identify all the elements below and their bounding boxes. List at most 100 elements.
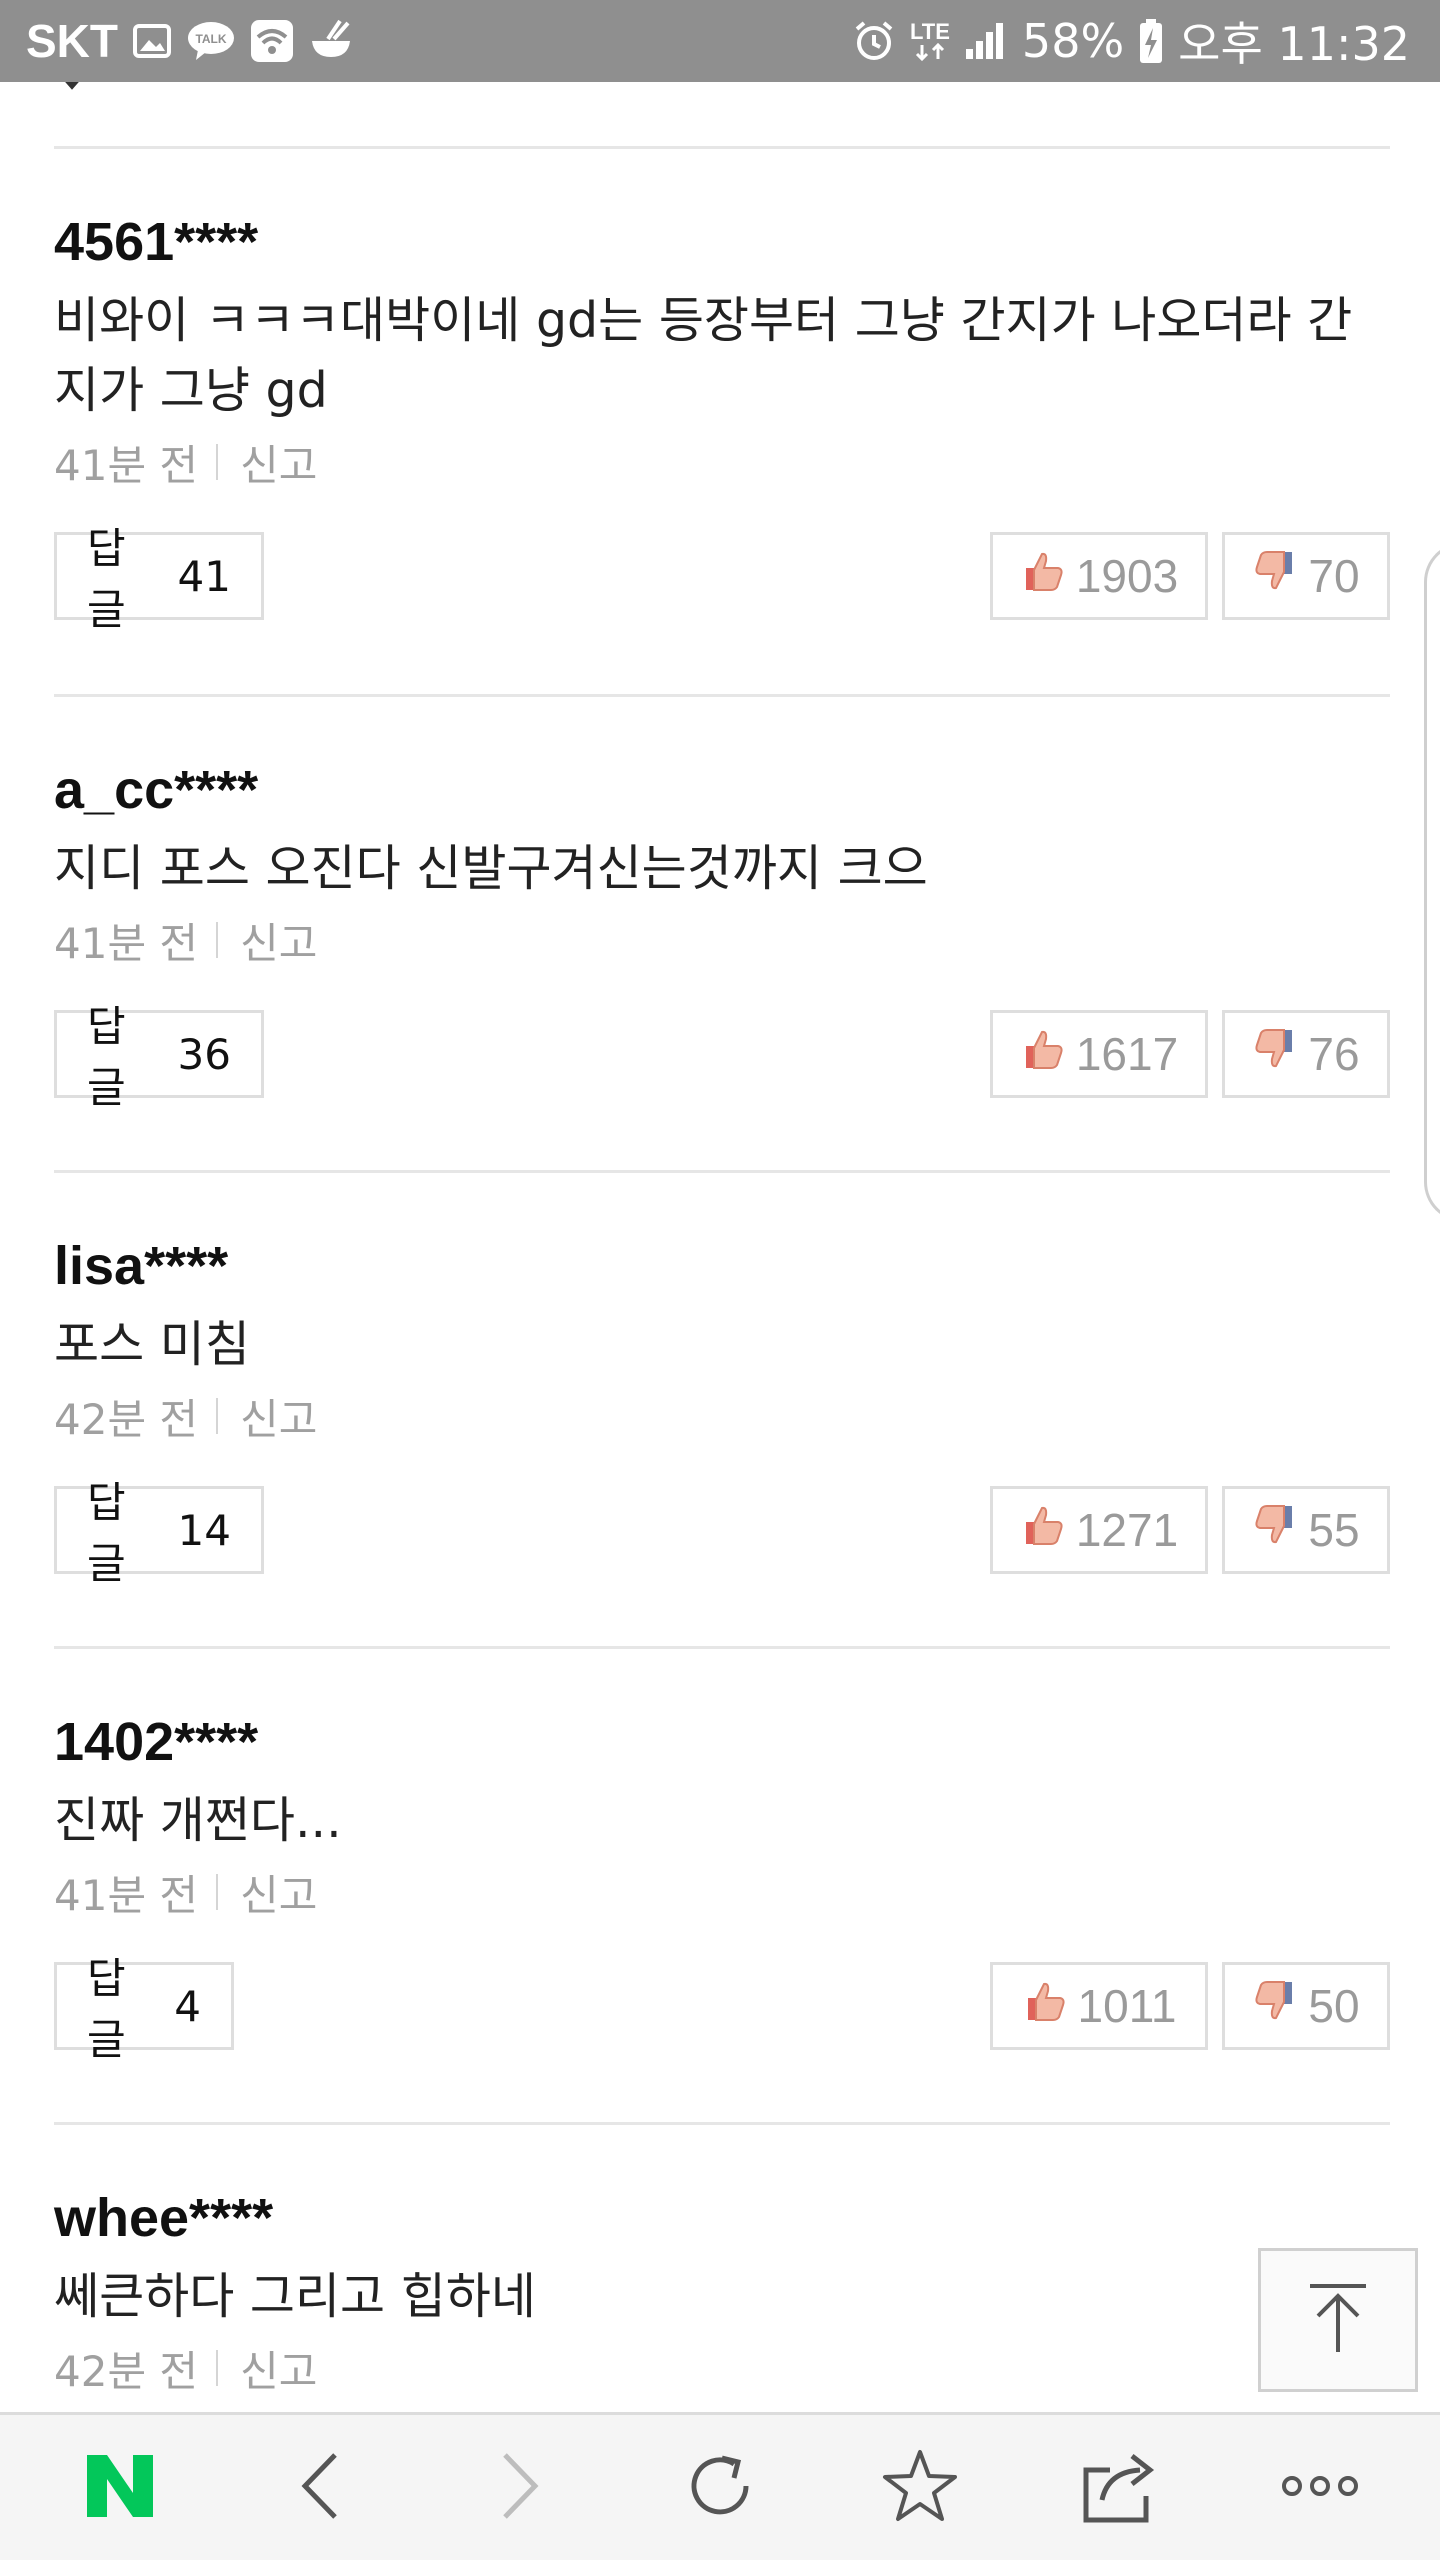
- dislike-button[interactable]: 76: [1222, 1010, 1390, 1098]
- thumbs-up-icon: [1020, 1502, 1066, 1559]
- scroll-indicator[interactable]: [1424, 542, 1440, 1222]
- comment-username: a_cc****: [54, 760, 259, 820]
- wifi-icon: [250, 19, 294, 63]
- dislike-count: 55: [1308, 1504, 1360, 1556]
- like-count: 1271: [1075, 1504, 1179, 1556]
- gallery-icon: [132, 21, 172, 61]
- meta-separator: [216, 1874, 219, 1910]
- comment-actions: 답글 4 1011 50: [54, 1954, 1390, 2064]
- comment-actions: 답글 36 1617 76: [54, 1002, 1390, 1112]
- more-button[interactable]: [1245, 2428, 1395, 2548]
- dislike-button[interactable]: 70: [1222, 532, 1390, 620]
- reply-button[interactable]: 답글 4: [54, 1954, 234, 2064]
- report-link[interactable]: 신고: [240, 2338, 317, 2399]
- comment-text: 지디 포스 오진다 신발구겨신는것까지 크으: [54, 840, 928, 897]
- talk-icon: TALK: [186, 20, 236, 62]
- report-link[interactable]: 신고: [240, 432, 317, 493]
- lte-icon: LTE: [910, 21, 950, 61]
- comment-meta: 41분 전 신고: [54, 1862, 1390, 1922]
- meta-separator: [216, 444, 219, 480]
- carrier-label: SKT: [26, 15, 118, 67]
- like-button[interactable]: 1903: [990, 532, 1208, 620]
- thumbs-up-icon: [1022, 1978, 1068, 2035]
- battery-percent: 58%: [1021, 14, 1125, 68]
- comment-meta: 41분 전 신고: [54, 432, 1390, 492]
- comment-item: a_cc**** 지디 포스 오진다 신발구겨신는것까지 크으 41분 전 신고…: [54, 758, 1390, 1112]
- dislike-button[interactable]: 55: [1222, 1486, 1390, 1574]
- thumbs-down-icon: [1252, 1026, 1298, 1083]
- reply-label: 답글: [87, 1002, 126, 1112]
- comment-username: lisa****: [54, 1236, 229, 1296]
- naver-home-icon: [85, 2453, 155, 2523]
- like-count: 1903: [1075, 550, 1179, 602]
- divider: [54, 146, 1390, 149]
- comment-item: 4561**** 비와이 ㅋㅋㅋ대박이네 gd는 등장부터 그냥 간지가 나오더…: [54, 210, 1390, 634]
- like-button[interactable]: 1617: [990, 1010, 1208, 1098]
- thumbs-up-icon: [1020, 548, 1066, 605]
- comment-meta: 42분 전 신고: [54, 2338, 1390, 2398]
- forward-button[interactable]: [445, 2428, 595, 2548]
- reply-count: 14: [177, 1505, 231, 1555]
- share-button[interactable]: [1045, 2428, 1195, 2548]
- comment-item: 1402**** 진짜 개쩐다... 41분 전 신고 답글 4 1011 50: [54, 1710, 1390, 2064]
- svg-text:TALK: TALK: [195, 32, 226, 46]
- report-link[interactable]: 신고: [240, 1862, 317, 1923]
- comment-item: lisa**** 포스 미침 42분 전 신고 답글 14 1271 55: [54, 1234, 1390, 1588]
- comment-text: 진짜 개쩐다...: [54, 1792, 342, 1849]
- divider: [54, 1170, 1390, 1173]
- scroll-to-top-button[interactable]: [1258, 2248, 1418, 2392]
- arrow-up-to-top-icon: [1298, 2278, 1378, 2362]
- reply-label: 답글: [87, 524, 126, 634]
- thumbs-up-icon: [1020, 1026, 1066, 1083]
- report-link[interactable]: 신고: [240, 910, 317, 971]
- comment-meta: 41분 전 신고: [54, 910, 1390, 970]
- browser-bottom-bar: [0, 2412, 1440, 2560]
- reply-button[interactable]: 답글 14: [54, 1478, 264, 1588]
- meta-separator: [216, 922, 219, 958]
- reply-label: 답글: [87, 1954, 126, 2064]
- forward-icon: [495, 2451, 545, 2525]
- comment-time: 41분 전: [54, 440, 199, 490]
- comment-time: 41분 전: [54, 918, 199, 968]
- comment-time: 42분 전: [54, 2346, 199, 2396]
- meta-separator: [216, 2350, 219, 2386]
- comment-time: 42분 전: [54, 1394, 199, 1444]
- report-link[interactable]: 신고: [240, 1386, 317, 1447]
- dislike-count: 50: [1308, 1980, 1360, 2032]
- like-button[interactable]: 1011: [990, 1962, 1208, 2050]
- naver-home-button[interactable]: [45, 2428, 195, 2548]
- reply-button[interactable]: 답글 41: [54, 524, 264, 634]
- meta-separator: [216, 1398, 219, 1434]
- like-button[interactable]: 1271: [990, 1486, 1208, 1574]
- comment-item: whee**** 쎄큰하다 그리고 힙하네 42분 전 신고: [54, 2186, 1390, 2398]
- comment-actions: 답글 14 1271 55: [54, 1478, 1390, 1588]
- battery-charging-icon: [1138, 18, 1164, 64]
- back-button[interactable]: [245, 2428, 395, 2548]
- comment-list: 4561**** 비와이 ㅋㅋㅋ대박이네 gd는 등장부터 그냥 간지가 나오더…: [0, 82, 1440, 2412]
- like-count: 1011: [1077, 1980, 1177, 2032]
- comment-text: 포스 미침: [54, 1316, 250, 1373]
- reply-count: 36: [177, 1029, 231, 1079]
- partial-sort-row: [54, 82, 90, 112]
- reply-button[interactable]: 답글 36: [54, 1002, 264, 1112]
- reply-label: 답글: [87, 1478, 126, 1588]
- clock: 오후 11:32: [1178, 17, 1410, 71]
- comment-meta: 42분 전 신고: [54, 1386, 1390, 1446]
- bowl-icon: [308, 19, 354, 63]
- comment-time: 41분 전: [54, 1870, 199, 1920]
- reply-count: 4: [174, 1981, 201, 2031]
- refresh-button[interactable]: [645, 2428, 795, 2548]
- status-bar: SKT TALK LTE 58% 오후 11:32: [0, 0, 1440, 82]
- bookmark-button[interactable]: [845, 2428, 995, 2548]
- dislike-count: 70: [1308, 550, 1360, 602]
- check-icon: [54, 82, 90, 105]
- more-icon: [1280, 2474, 1360, 2502]
- comment-username: 4561****: [54, 212, 259, 272]
- comment-text: 비와이 ㅋㅋㅋ대박이네 gd는 등장부터 그냥 간지가 나오더라 간지가 그냥 …: [54, 292, 1353, 419]
- dislike-count: 76: [1308, 1028, 1360, 1080]
- comment-actions: 답글 41 1903 70: [54, 524, 1390, 634]
- dislike-button[interactable]: 50: [1222, 1962, 1390, 2050]
- divider: [54, 1646, 1390, 1649]
- reply-count: 41: [177, 551, 231, 601]
- thumbs-down-icon: [1252, 1978, 1298, 2035]
